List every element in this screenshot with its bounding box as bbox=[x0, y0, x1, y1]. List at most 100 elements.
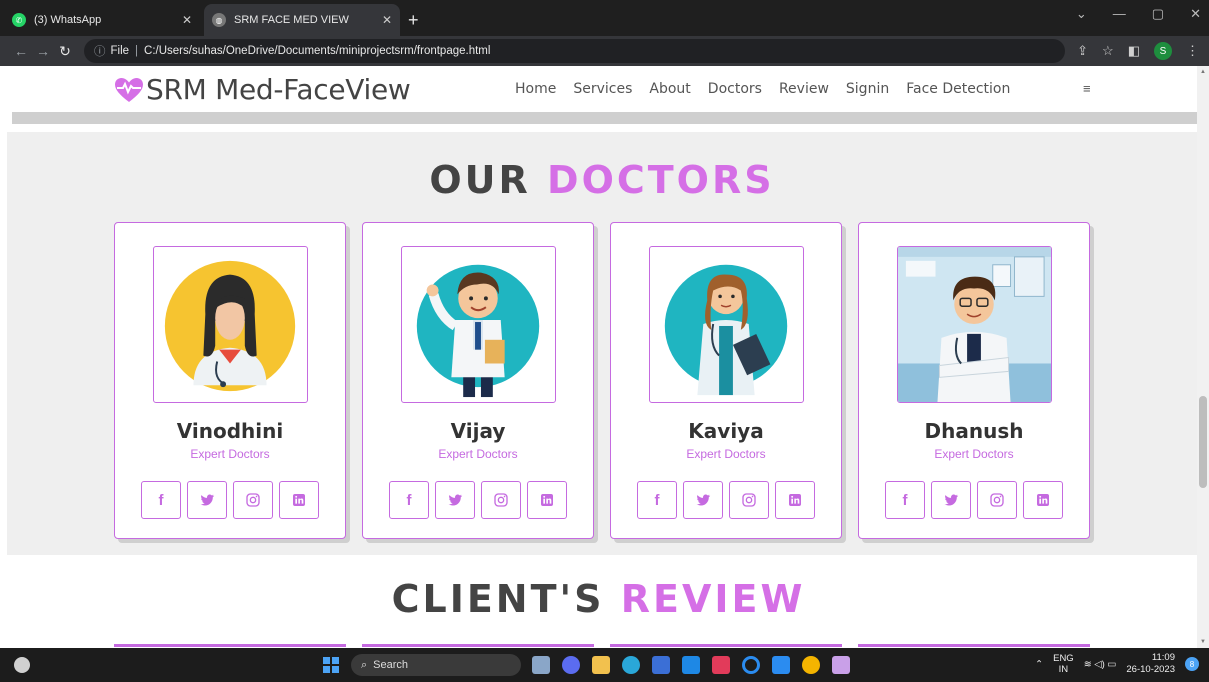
close-tab-icon[interactable]: ✕ bbox=[382, 13, 392, 27]
window-controls: ⌄ — ▢ ✕ bbox=[1076, 6, 1201, 22]
linkedin-icon[interactable] bbox=[1023, 481, 1063, 519]
launcher-icon[interactable] bbox=[682, 656, 700, 674]
hamburger-menu-icon[interactable]: ≡ bbox=[1083, 81, 1091, 96]
windows-start-icon[interactable] bbox=[323, 657, 339, 673]
scroll-up-arrow-icon[interactable]: ▲ bbox=[1200, 69, 1206, 75]
doctor-name: Dhanush bbox=[924, 419, 1024, 443]
forward-button[interactable]: → bbox=[32, 43, 54, 59]
toolbar-actions: ⇪ ☆ ◧ S ⋮ bbox=[1077, 42, 1199, 60]
mcafee-icon[interactable] bbox=[712, 656, 730, 674]
file-explorer-icon[interactable] bbox=[592, 656, 610, 674]
page-scrollbar[interactable]: ▲ ▼ bbox=[1197, 66, 1209, 648]
chrome-icon[interactable] bbox=[802, 656, 820, 674]
tab-title: (3) WhatsApp bbox=[34, 14, 102, 26]
close-tab-icon[interactable]: ✕ bbox=[182, 13, 192, 27]
profile-avatar[interactable]: S bbox=[1154, 42, 1172, 60]
linkedin-icon[interactable] bbox=[279, 481, 319, 519]
taskbar-search[interactable]: ⌕ Search bbox=[351, 654, 521, 676]
snipping-tool-icon[interactable] bbox=[832, 656, 850, 674]
instagram-icon[interactable] bbox=[977, 481, 1017, 519]
nav-doctors[interactable]: Doctors bbox=[708, 81, 762, 97]
doctor-card: Vijay Expert Doctors f bbox=[362, 222, 594, 539]
tab-search-icon[interactable]: ⌄ bbox=[1076, 6, 1087, 22]
address-bar[interactable]: ⓘ File | C:/Users/suhas/OneDrive/Documen… bbox=[84, 39, 1066, 63]
edge-icon[interactable] bbox=[622, 656, 640, 674]
close-window-button[interactable]: ✕ bbox=[1190, 6, 1201, 22]
twitter-icon[interactable] bbox=[683, 481, 723, 519]
doctor-card: Kaviya Expert Doctors f bbox=[610, 222, 842, 539]
social-links: f bbox=[885, 481, 1063, 519]
teams-chat-icon[interactable] bbox=[562, 656, 580, 674]
instagram-icon[interactable] bbox=[233, 481, 273, 519]
scroll-down-arrow-icon[interactable]: ▼ bbox=[1200, 639, 1206, 645]
instagram-icon[interactable] bbox=[729, 481, 769, 519]
instagram-icon[interactable] bbox=[481, 481, 521, 519]
share-icon[interactable]: ⇪ bbox=[1077, 43, 1088, 59]
clock-date: 26-10-2023 bbox=[1126, 664, 1175, 675]
task-view-icon[interactable] bbox=[532, 656, 550, 674]
chevron-up-icon[interactable]: ⌃ bbox=[1035, 659, 1043, 670]
facebook-icon[interactable]: f bbox=[885, 481, 925, 519]
clock[interactable]: 11:09 26-10-2023 bbox=[1126, 652, 1175, 676]
menu-kebab-icon[interactable]: ⋮ bbox=[1186, 43, 1199, 59]
facebook-icon[interactable]: f bbox=[141, 481, 181, 519]
doctor-name: Vijay bbox=[450, 419, 506, 443]
tab-whatsapp[interactable]: ✆ (3) WhatsApp ✕ bbox=[4, 4, 200, 36]
nav-about[interactable]: About bbox=[649, 81, 690, 97]
nav-home[interactable]: Home bbox=[515, 81, 556, 97]
store-icon[interactable] bbox=[652, 656, 670, 674]
minimize-button[interactable]: — bbox=[1113, 6, 1126, 22]
back-button[interactable]: ← bbox=[10, 43, 32, 59]
doctor-role: Expert Doctors bbox=[686, 447, 766, 461]
doctor-avatar bbox=[153, 246, 308, 403]
tab-srm-face-med-view[interactable]: ◍ SRM FACE MED VIEW ✕ bbox=[204, 4, 400, 36]
language-indicator[interactable]: ENG IN bbox=[1053, 653, 1074, 675]
title-highlight: DOCTORS bbox=[547, 158, 775, 202]
whatsapp-icon: ✆ bbox=[12, 13, 26, 27]
linkedin-icon[interactable] bbox=[527, 481, 567, 519]
twitter-icon[interactable] bbox=[187, 481, 227, 519]
header-divider bbox=[12, 112, 1197, 124]
new-tab-button[interactable]: + bbox=[408, 4, 419, 36]
nav-signin[interactable]: Signin bbox=[846, 81, 889, 97]
doctor-avatar bbox=[649, 246, 804, 403]
browser-toolbar: ← → ↻ ⓘ File | C:/Users/suhas/OneDrive/D… bbox=[0, 36, 1209, 66]
facebook-icon[interactable]: f bbox=[637, 481, 677, 519]
info-icon[interactable]: ⓘ bbox=[94, 43, 106, 59]
heartbeat-icon bbox=[114, 77, 144, 103]
linkedin-icon[interactable] bbox=[775, 481, 815, 519]
reload-button[interactable]: ↻ bbox=[54, 43, 76, 60]
nav-review[interactable]: Review bbox=[779, 81, 829, 97]
doctor-name: Kaviya bbox=[688, 419, 764, 443]
twitter-icon[interactable] bbox=[931, 481, 971, 519]
doctor-role: Expert Doctors bbox=[438, 447, 518, 461]
doctor-role: Expert Doctors bbox=[190, 447, 270, 461]
clock-time: 11:09 bbox=[1151, 652, 1175, 663]
twitter-icon[interactable] bbox=[435, 481, 475, 519]
site-logo[interactable]: SRM Med-FaceView bbox=[114, 73, 411, 106]
doctor-card: Vinodhini Expert Doctors f bbox=[114, 222, 346, 539]
social-links: f bbox=[637, 481, 815, 519]
scrollbar-thumb[interactable] bbox=[1199, 396, 1207, 488]
side-panel-icon[interactable]: ◧ bbox=[1128, 43, 1140, 59]
restore-button[interactable]: ▢ bbox=[1152, 6, 1164, 22]
nav-services[interactable]: Services bbox=[573, 81, 632, 97]
weather-icon[interactable] bbox=[14, 657, 30, 673]
browser-tab-strip: ✆ (3) WhatsApp ✕ ◍ SRM FACE MED VIEW ✕ +… bbox=[0, 0, 1209, 36]
bookmark-star-icon[interactable]: ☆ bbox=[1102, 43, 1114, 59]
logo-text: SRM Med-FaceView bbox=[146, 73, 411, 106]
section-title: OUR DOCTORS bbox=[7, 158, 1197, 202]
globe-icon: ◍ bbox=[212, 13, 226, 27]
social-links: f bbox=[389, 481, 567, 519]
wifi-volume-battery-icon[interactable]: ≋ ◁) ▭ bbox=[1084, 659, 1117, 670]
facebook-icon[interactable]: f bbox=[389, 481, 429, 519]
doctor-role: Expert Doctors bbox=[934, 447, 1014, 461]
search-placeholder: Search bbox=[373, 659, 409, 671]
cortana-icon[interactable] bbox=[742, 656, 760, 674]
notification-badge[interactable]: 8 bbox=[1185, 657, 1199, 671]
nav-face-detection[interactable]: Face Detection bbox=[906, 81, 1010, 97]
vscode-icon[interactable] bbox=[772, 656, 790, 674]
pinned-apps bbox=[532, 656, 850, 674]
doctor-avatar bbox=[401, 246, 556, 403]
scheme-label: File bbox=[110, 45, 130, 57]
